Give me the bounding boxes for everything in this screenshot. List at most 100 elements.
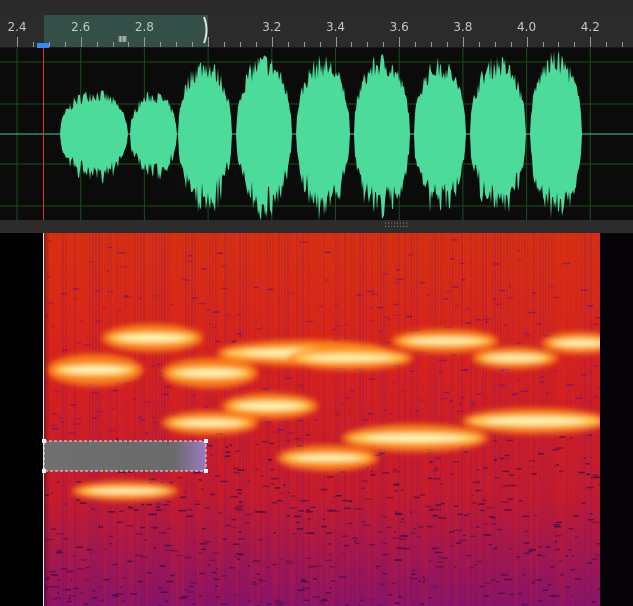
spectrogram-speckle (478, 503, 485, 505)
spectrogram-speckle (476, 393, 482, 395)
ruler-tick-label: 2.4 (7, 20, 27, 34)
spectrogram-speckle (394, 559, 402, 561)
spectrogram-speckle (265, 566, 270, 569)
spectrogram-speckle (57, 550, 62, 552)
spectrogram-speckle (112, 390, 119, 392)
spectrogram-speckle (262, 440, 269, 443)
spectrogram-streak (377, 233, 379, 606)
spectrogram-speckle (146, 503, 152, 506)
spectrogram-speckle (299, 500, 307, 502)
spectrogram-speckle (547, 285, 555, 288)
selection-grip-icon[interactable]: IIIIII (118, 35, 127, 44)
ruler-minor-tick (303, 42, 305, 47)
spectrogram-speckle (491, 523, 496, 525)
ruler-minor-tick (415, 42, 417, 47)
spectrogram-speckle (305, 557, 312, 560)
divider-grip-icon[interactable]: :::::::: (384, 220, 408, 230)
spectrogram-speckle (409, 511, 412, 513)
spectrogram-streak (275, 233, 277, 606)
spectrogram-streak (98, 233, 100, 606)
spectrogram-streak (125, 233, 127, 606)
spectrogram-speckle (555, 447, 564, 449)
spectrogram-speckle (480, 509, 484, 512)
spectrogram-speckle (225, 455, 228, 458)
spectrogram-panel[interactable] (0, 233, 633, 606)
spectrogram-speckle (508, 286, 511, 288)
panel-divider[interactable]: :::::::: (0, 220, 633, 233)
spectrogram-speckle (57, 579, 61, 581)
spectrogram-speckle (571, 595, 575, 598)
spectrogram-speckle (70, 579, 73, 581)
spectrogram-speckle (167, 500, 171, 503)
spectrogram-streak (347, 233, 349, 606)
spectrogram-speckle (464, 514, 469, 517)
spectrogram-speckle (525, 530, 528, 533)
spectrogram-speckle (438, 359, 447, 362)
spectrogram-speckle (300, 579, 306, 581)
spectrogram-speckle (500, 369, 504, 372)
spectrogram-speckle (497, 592, 506, 594)
spectrogram-speckle (296, 528, 303, 530)
formant-band-peak (179, 370, 241, 376)
spectrogram-speckle (329, 554, 333, 556)
waveform-panel[interactable] (0, 48, 633, 220)
spectrogram-speckle (68, 597, 71, 600)
spectrogram-speckle (326, 432, 329, 435)
spectrogram-speckle (519, 499, 523, 502)
spectrogram-speckle (280, 492, 284, 494)
spectrogram-streak (59, 233, 61, 606)
spectrogram-speckle (111, 408, 115, 410)
spectrogram-speckle (247, 480, 250, 483)
spectrogram-speckle (485, 534, 492, 536)
spectrogram-speckle (75, 546, 83, 548)
spectrogram-speckle (368, 544, 375, 546)
ruler-minor-tick (478, 42, 480, 47)
time-ruler[interactable]: IIIIII 2.4 2.6 2.8 3.2 3.4 3.6 3.8 4.0 4.2 (0, 15, 633, 58)
spectrogram-speckle (307, 518, 311, 520)
ruler-major-tick (17, 37, 18, 47)
spectrogram-speckle (294, 438, 301, 440)
spectrogram-speckle (140, 419, 145, 421)
selection-corner-handle-br[interactable] (204, 469, 208, 473)
spectrogram-speckle (554, 465, 558, 467)
spectral-selection-box[interactable] (43, 440, 207, 472)
spectrogram-streak (296, 233, 298, 606)
spectrogram-speckle (508, 593, 515, 596)
spectrogram-speckle (392, 537, 401, 539)
spectrogram-speckle (381, 515, 387, 518)
spectrogram-speckle (118, 309, 122, 311)
spectrogram-speckle (313, 578, 317, 580)
spectrogram-streak (299, 233, 301, 606)
spectrogram-speckle (555, 548, 560, 551)
spectrogram-speckle (209, 493, 216, 496)
ruler-minor-tick (224, 42, 226, 47)
ruler-major-tick (590, 37, 592, 47)
spectrogram-speckle (525, 335, 531, 337)
spectrogram-speckle (596, 543, 600, 545)
spectrogram-speckle (273, 602, 281, 604)
spectrogram-speckle (83, 603, 88, 605)
selection-end-handle[interactable] (203, 16, 211, 44)
spectrogram-streak (338, 233, 340, 606)
spectrogram-streak (161, 233, 163, 606)
spectrogram-speckle (192, 297, 198, 299)
spectrogram-speckle (54, 390, 59, 392)
spectrogram-speckle (383, 409, 389, 412)
spectrogram-speckle (203, 406, 209, 408)
spectrogram-speckle (246, 600, 251, 602)
spectrogram-speckle (361, 487, 365, 490)
ruler-minor-tick (558, 42, 560, 47)
spectrogram-speckle (297, 589, 305, 591)
spectrogram-speckle (164, 386, 172, 388)
spectrogram-speckle (427, 294, 431, 296)
formant-band-peak (556, 340, 604, 346)
spectrogram-streak (398, 233, 400, 606)
spectrogram-speckle (506, 439, 514, 442)
spectrogram-speckle (244, 522, 250, 524)
selection-corner-handle-tr[interactable] (204, 439, 208, 443)
spectrogram-speckle (200, 488, 205, 490)
spectrogram-speckle (253, 286, 259, 289)
spectrogram-speckle (412, 569, 416, 571)
spectrogram-speckle (306, 509, 310, 511)
spectrogram-speckle (560, 574, 565, 576)
